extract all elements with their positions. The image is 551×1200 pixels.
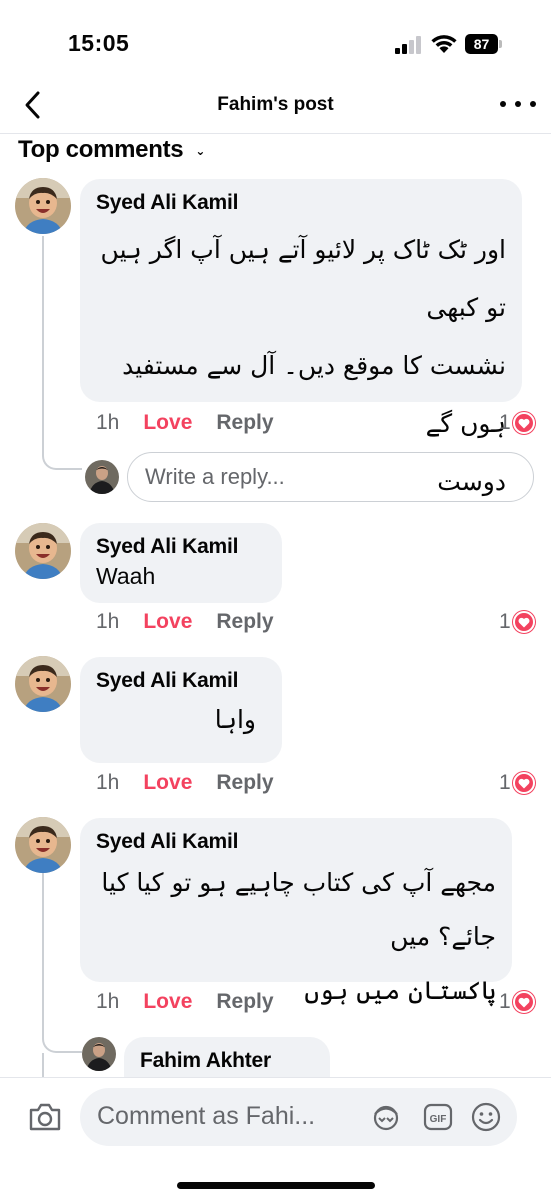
comment-bubble[interactable]: Syed Ali Kamil واہا bbox=[80, 657, 282, 763]
chevron-down-icon: ⌄ bbox=[195, 144, 206, 158]
comment-time: 1h bbox=[96, 771, 120, 794]
reply-input[interactable]: Write a reply... bbox=[127, 452, 534, 502]
love-button[interactable]: Love bbox=[143, 610, 192, 634]
comment-text: Waah bbox=[96, 563, 156, 589]
comment-actions: 1h Love Reply bbox=[96, 607, 274, 637]
reply-author[interactable]: Fahim Akhter bbox=[140, 1047, 314, 1075]
avatar[interactable] bbox=[15, 178, 71, 234]
reaction-count[interactable]: 1 bbox=[499, 408, 535, 438]
reply-author-avatar[interactable] bbox=[82, 1037, 116, 1071]
comment-bubble[interactable]: Syed Ali Kamil اور ٹک ٹاک پر لائیو آتے ہ… bbox=[80, 179, 522, 496]
battery-icon: 87 bbox=[465, 34, 503, 54]
wifi-icon bbox=[431, 35, 457, 53]
comment-time: 1h bbox=[96, 411, 120, 434]
comment-actions: 1h Love Reply bbox=[96, 987, 274, 1017]
reaction-count[interactable]: 1 bbox=[499, 607, 535, 637]
emoji-icon[interactable] bbox=[470, 1101, 502, 1133]
comment-placeholder: Comment as Fahi... bbox=[97, 1102, 316, 1130]
reply-button[interactable]: Reply bbox=[216, 411, 273, 435]
comment-author[interactable]: Syed Ali Kamil bbox=[96, 533, 266, 561]
battery-level: 87 bbox=[465, 34, 498, 54]
camera-icon[interactable] bbox=[28, 1102, 62, 1132]
page-title: Fahim's post bbox=[217, 94, 334, 115]
gif-icon[interactable]: GIF bbox=[422, 1101, 454, 1133]
comment-time: 1h bbox=[96, 990, 120, 1013]
comment-input[interactable]: Comment as Fahi... GIF bbox=[80, 1088, 517, 1146]
home-indicator bbox=[177, 1182, 375, 1189]
comment-author[interactable]: Syed Ali Kamil bbox=[96, 828, 496, 856]
comment-actions: 1h Love Reply bbox=[96, 768, 274, 798]
more-horizontal-icon[interactable] bbox=[500, 92, 536, 116]
comment-author[interactable]: Syed Ali Kamil bbox=[96, 667, 266, 695]
reaction-count[interactable]: 1 bbox=[499, 987, 535, 1017]
comment-composer-bar: Comment as Fahi... GIF bbox=[0, 1077, 551, 1200]
comment-text: واہا bbox=[214, 705, 256, 734]
avatar[interactable] bbox=[15, 656, 71, 712]
thread-line bbox=[42, 1053, 44, 1077]
sort-dropdown[interactable]: Top comments ⌄ bbox=[18, 134, 205, 166]
heart-reaction-icon bbox=[512, 412, 535, 434]
love-button[interactable]: Love bbox=[143, 771, 192, 795]
love-button[interactable]: Love bbox=[143, 411, 192, 435]
reaction-number: 1 bbox=[499, 610, 511, 633]
avatar-sticker-icon[interactable] bbox=[370, 1101, 402, 1133]
heart-reaction-icon bbox=[512, 991, 535, 1013]
svg-text:GIF: GIF bbox=[430, 1114, 447, 1125]
heart-reaction-icon bbox=[512, 772, 535, 794]
avatar[interactable] bbox=[15, 817, 71, 873]
reaction-number: 1 bbox=[499, 411, 511, 434]
reaction-count[interactable]: 1 bbox=[499, 768, 535, 798]
post-header: Fahim's post bbox=[0, 80, 551, 134]
reaction-number: 1 bbox=[499, 990, 511, 1013]
status-time: 15:05 bbox=[68, 30, 130, 56]
current-user-avatar bbox=[85, 460, 119, 494]
comment-actions: 1h Love Reply bbox=[96, 408, 274, 438]
comment-time: 1h bbox=[96, 610, 120, 633]
heart-reaction-icon bbox=[512, 611, 535, 633]
status-bar: 15:05 87 bbox=[0, 0, 551, 80]
reply-button[interactable]: Reply bbox=[216, 990, 273, 1014]
comment-bubble[interactable]: Syed Ali Kamil مجھے آپ کی کتاب چاہیے ہو … bbox=[80, 818, 512, 1005]
cellular-signal-icon bbox=[395, 36, 423, 54]
thread-line bbox=[42, 873, 82, 1053]
reply-button[interactable]: Reply bbox=[216, 771, 273, 795]
avatar[interactable] bbox=[15, 523, 71, 579]
comment-author[interactable]: Syed Ali Kamil bbox=[96, 189, 506, 217]
sort-label: Top comments bbox=[18, 136, 184, 163]
love-button[interactable]: Love bbox=[143, 990, 192, 1014]
reaction-number: 1 bbox=[499, 771, 511, 794]
thread-line bbox=[42, 236, 82, 470]
reply-button[interactable]: Reply bbox=[216, 610, 273, 634]
comment-bubble[interactable]: Syed Ali Kamil Waah bbox=[80, 523, 282, 603]
